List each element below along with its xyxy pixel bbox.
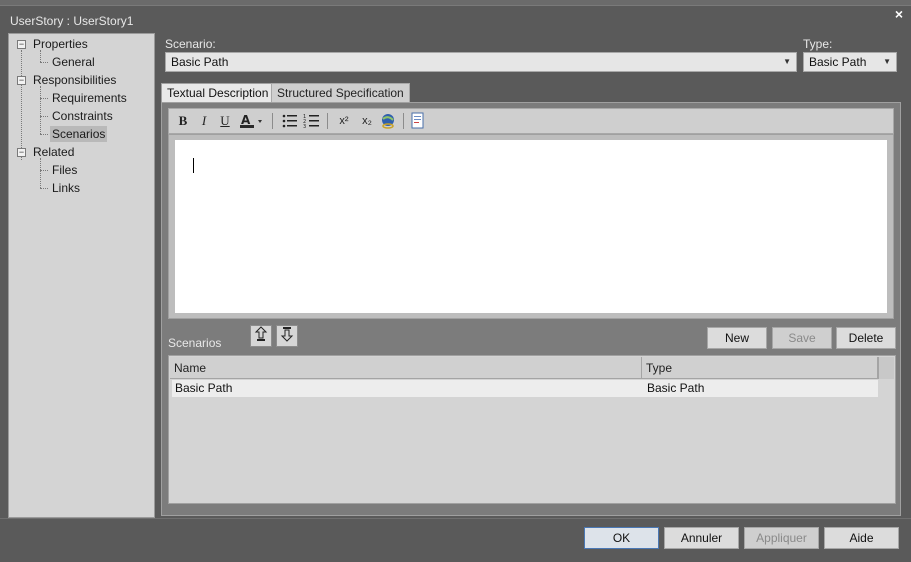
bold-icon[interactable]: B [174,112,192,130]
table-header-filler [878,357,894,379]
column-header-name[interactable]: Name [170,357,642,379]
svg-text:A: A [241,113,251,127]
new-button[interactable]: New [707,327,767,349]
close-icon[interactable]: × [895,6,903,22]
help-button[interactable]: Aide [824,527,899,549]
scenario-value: Basic Path [171,55,229,69]
tree-item-related[interactable]: Related [31,144,76,160]
tree-line [40,62,48,63]
scenarios-label: Scenarios [168,336,222,350]
table-header: Name Type [170,357,878,379]
window-title: UserStory : UserStory1 [10,14,134,28]
type-value: Basic Path [809,55,867,69]
type-label: Type: [803,37,833,51]
delete-button[interactable]: Delete [836,327,896,349]
subscript-icon[interactable]: x₂ [358,112,376,130]
tree-item-general[interactable]: General [50,54,97,70]
type-dropdown[interactable]: Basic Path ▼ [803,52,897,72]
toolbar-separator [327,113,328,129]
title-bar: UserStory : UserStory1 × [0,6,911,32]
move-down-icon[interactable] [276,325,298,347]
tree-line [40,158,41,188]
chevron-down-icon[interactable]: ▼ [883,53,891,71]
cell-name: Basic Path [175,381,233,395]
move-up-icon[interactable] [250,325,272,347]
save-button[interactable]: Save [772,327,832,349]
toolbar-separator [272,113,273,129]
footer-divider [0,518,911,519]
scenario-dropdown[interactable]: Basic Path ▼ [165,52,797,72]
text-area[interactable] [175,140,887,313]
tree-item-links[interactable]: Links [50,180,82,196]
cell-type: Basic Path [647,381,705,395]
tree-item-requirements[interactable]: Requirements [50,90,129,106]
cancel-button[interactable]: Annuler [664,527,739,549]
tree-item-scenarios[interactable]: Scenarios [50,126,108,142]
superscript-icon[interactable]: x² [335,112,353,130]
collapse-icon[interactable]: − [17,40,26,49]
document-icon[interactable] [409,112,427,130]
tree-line [40,98,48,99]
numbered-list-icon[interactable]: 1 2 3 [303,112,321,130]
formatting-toolbar: B I U A 1 2 3 x² x₂ [168,108,894,134]
table-row[interactable]: Basic Path Basic Path [172,380,878,397]
tree-line [40,170,48,171]
svg-text:3: 3 [303,124,306,130]
toolbar-separator [403,113,404,129]
text-caret [193,158,194,173]
tree-item-constraints[interactable]: Constraints [50,108,115,124]
underline-icon[interactable]: U [216,112,234,130]
column-header-type[interactable]: Type [642,357,878,379]
font-color-icon[interactable]: A [239,112,263,130]
apply-button[interactable]: Appliquer [744,527,819,549]
ok-button[interactable]: OK [584,527,659,549]
italic-icon[interactable]: I [195,112,213,130]
tree-line [40,86,41,134]
textual-description-editor [168,134,894,319]
tree-line [21,50,22,160]
scenarios-table: Name Type Basic Path Basic Path [168,355,896,504]
bullet-list-icon[interactable] [281,112,299,130]
tree-line [40,116,48,117]
scenario-label: Scenario: [165,37,216,51]
tree-item-properties[interactable]: Properties [31,36,90,52]
tree-line [40,188,48,189]
hyperlink-globe-icon[interactable] [379,112,397,130]
tree-item-files[interactable]: Files [50,162,79,178]
tab-structured-specification[interactable]: Structured Specification [271,83,410,103]
properties-tree: − − − Properties General Responsibilitie… [8,33,155,518]
chevron-down-icon[interactable]: ▼ [783,53,791,71]
tree-line [40,134,48,135]
tab-textual-description[interactable]: Textual Description [161,83,275,103]
collapse-icon[interactable]: − [17,148,26,157]
collapse-icon[interactable]: − [17,76,26,85]
tree-item-responsibilities[interactable]: Responsibilities [31,72,118,88]
